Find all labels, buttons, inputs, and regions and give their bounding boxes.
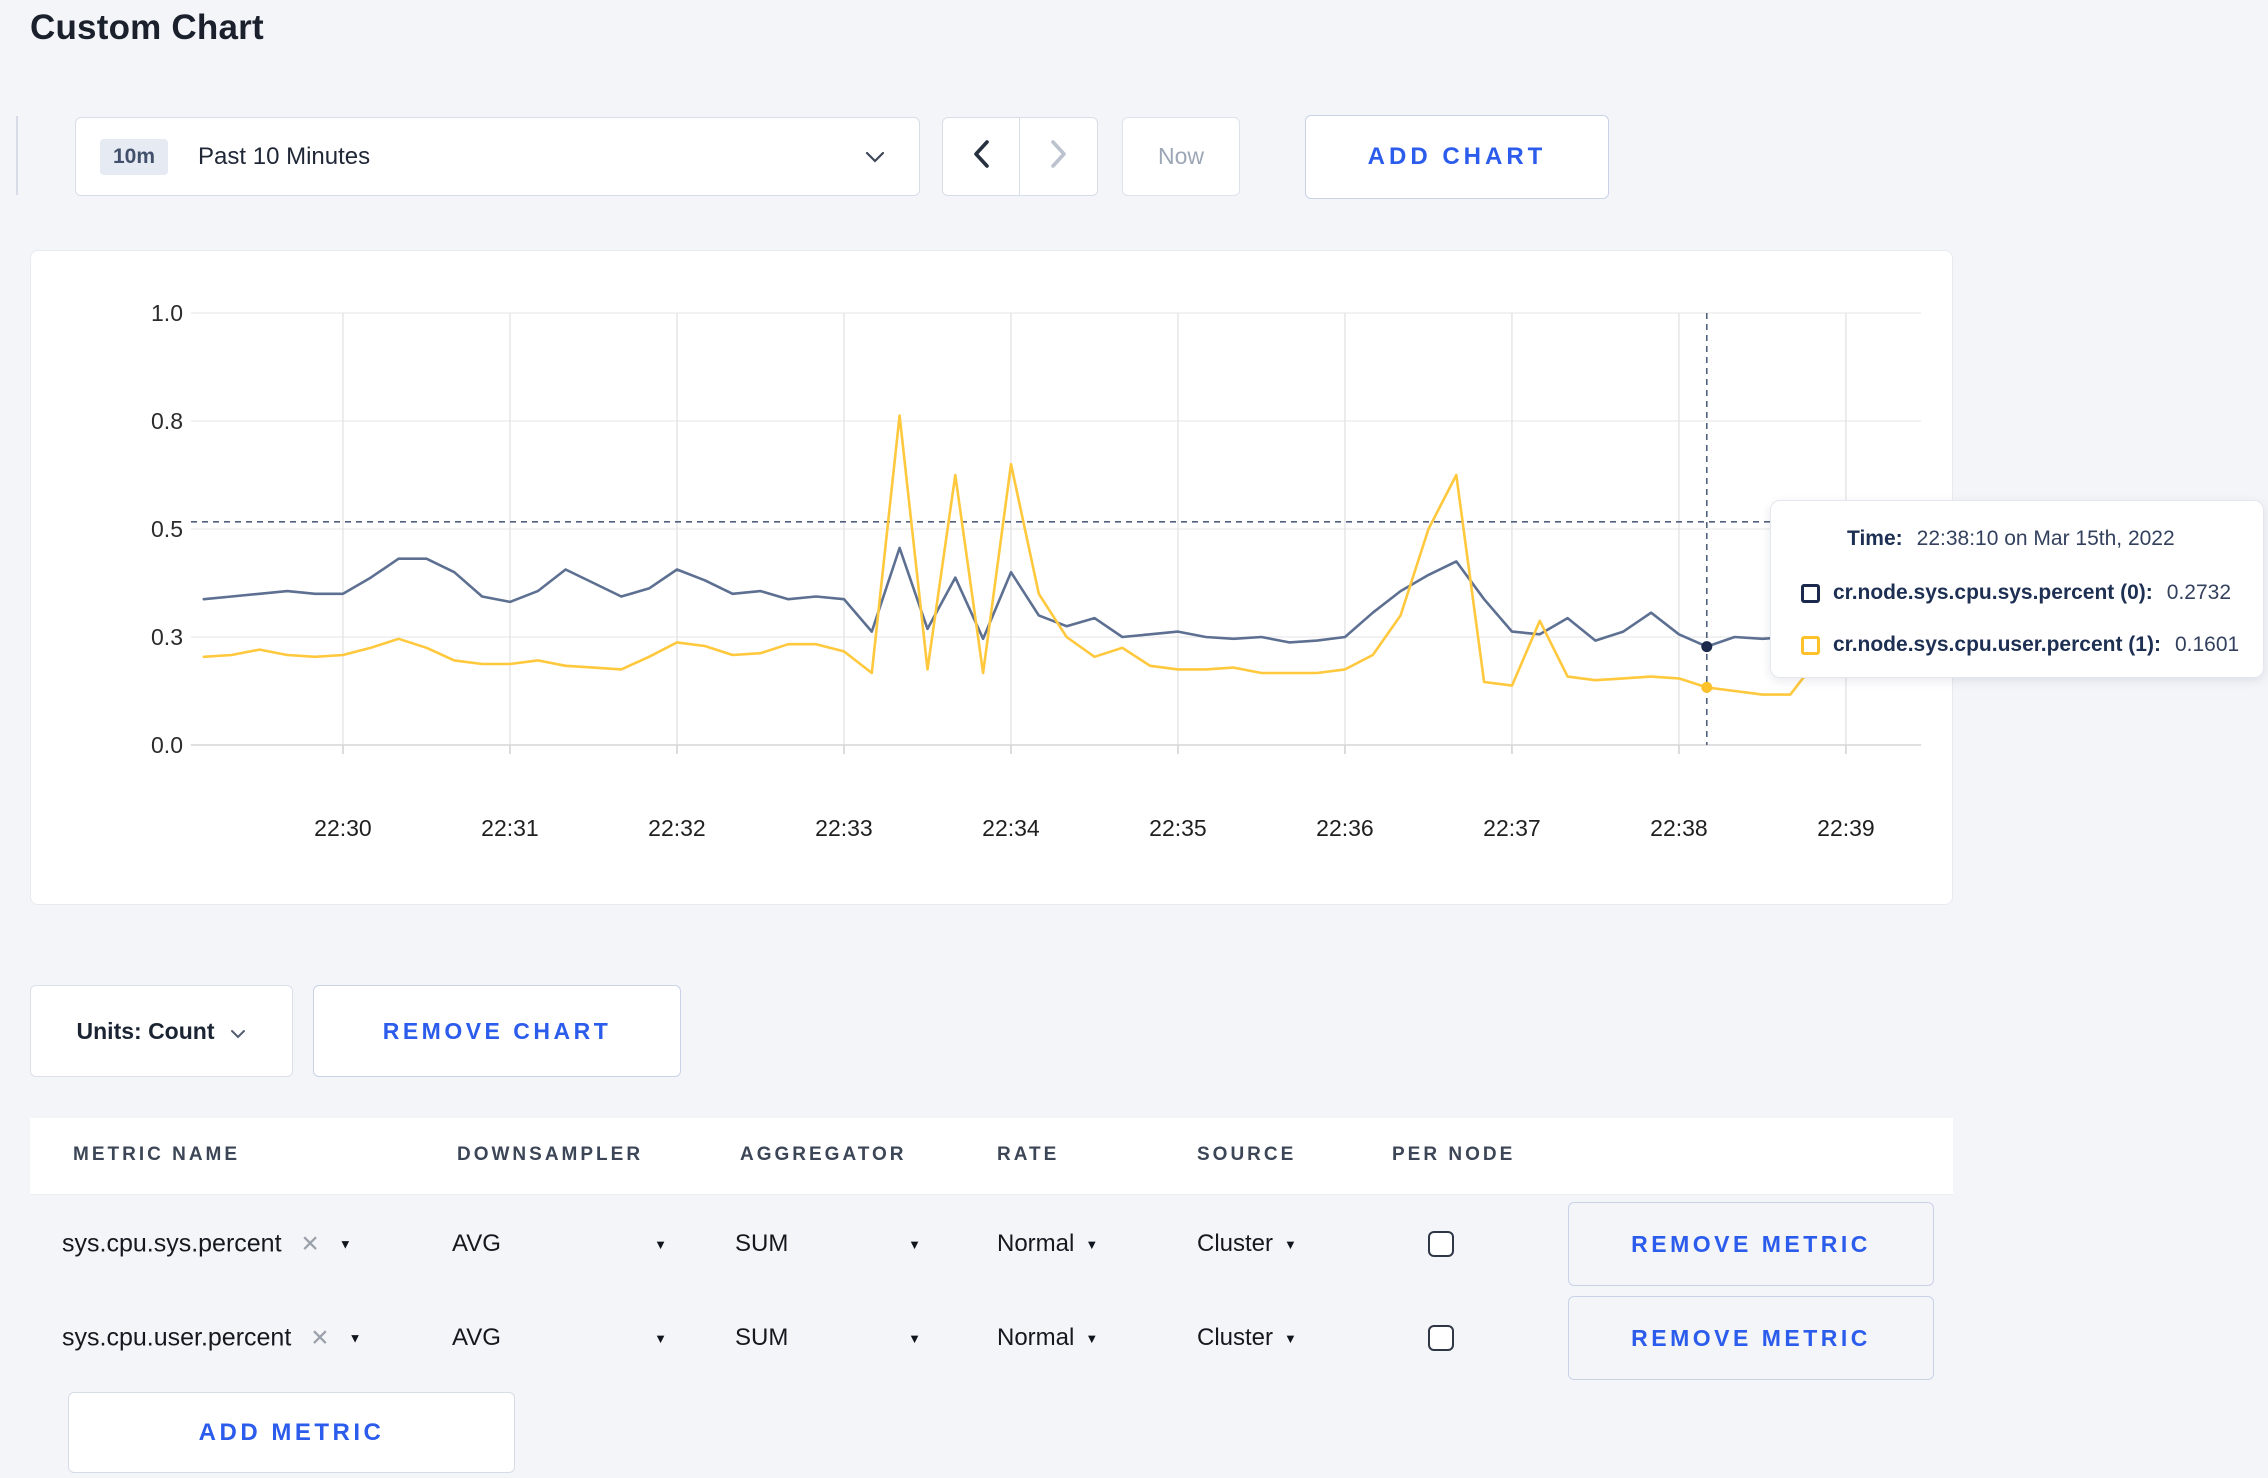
time-step-back-button[interactable] <box>943 118 1020 195</box>
series-0-legend-swatch-icon <box>1801 583 1820 603</box>
source-select[interactable]: Cluster ▼ <box>1197 1230 1297 1258</box>
now-button[interactable]: Now <box>1122 117 1240 196</box>
tooltip-series-0-label: cr.node.sys.cpu.sys.percent (0): <box>1833 581 2153 604</box>
caret-down-icon: ▼ <box>1085 1330 1099 1346</box>
caret-down-icon: ▼ <box>1284 1236 1297 1252</box>
clear-metric-icon[interactable]: ✕ <box>301 1231 320 1258</box>
svg-text:22:32: 22:32 <box>648 815 706 841</box>
rate-select[interactable]: Normal ▼ <box>997 1230 1098 1258</box>
caret-down-icon: ▼ <box>1085 1236 1099 1252</box>
svg-text:1.0: 1.0 <box>151 300 183 326</box>
downsampler-value: AVG <box>452 1230 501 1257</box>
chevron-right-icon <box>1050 140 1068 173</box>
tooltip-series-1-value: 0.1601 <box>2174 633 2240 656</box>
aggregator-value: SUM <box>735 1230 789 1257</box>
source-value: Cluster <box>1197 1230 1274 1257</box>
series-1-legend-swatch-icon <box>1801 635 1820 655</box>
aggregator-select[interactable]: SUM ▼ <box>735 1324 921 1352</box>
page-title: Custom Chart <box>30 8 264 47</box>
caret-down-icon: ▼ <box>1284 1330 1297 1346</box>
svg-text:22:30: 22:30 <box>314 815 372 841</box>
svg-text:22:37: 22:37 <box>1483 815 1541 841</box>
chevron-down-icon <box>865 151 885 163</box>
time-step-control <box>942 117 1098 196</box>
chart-hover-tooltip: Time: 22:38:10 on Mar 15th, 2022 cr.node… <box>1770 500 2264 678</box>
add-metric-button[interactable]: ADD METRIC <box>68 1392 515 1473</box>
column-header-aggregator: AGGREGATOR <box>740 1144 907 1165</box>
time-range-value: Past 10 Minutes <box>198 142 371 170</box>
svg-text:22:39: 22:39 <box>1817 815 1875 841</box>
units-dropdown[interactable]: Units: Count <box>30 985 293 1077</box>
chart-card: 0.0 0.3 0.5 0.8 1.0 22:30 22:31 22:32 22:33 22:34… <box>30 250 1953 905</box>
metric-row: sys.cpu.sys.percent ✕ ▼ AVG ▼ SUM ▼ Norm… <box>0 1197 2268 1291</box>
downsampler-value: AVG <box>452 1324 501 1351</box>
column-header-rate: RATE <box>997 1144 1060 1165</box>
source-value: Cluster <box>1197 1324 1274 1351</box>
metric-name-select[interactable]: sys.cpu.user.percent ✕ ▼ <box>62 1324 361 1353</box>
chart-canvas[interactable]: 0.0 0.3 0.5 0.8 1.0 22:30 22:31 22:32 22:33 22:34… <box>31 251 1954 906</box>
column-header-downsampler: DOWNSAMPLER <box>457 1144 644 1165</box>
caret-down-icon: ▼ <box>654 1330 667 1346</box>
remove-metric-button[interactable]: REMOVE METRIC <box>1568 1296 1934 1380</box>
rate-value: Normal <box>997 1324 1075 1351</box>
toolbar-divider <box>16 116 18 195</box>
downsampler-select[interactable]: AVG ▼ <box>452 1324 667 1352</box>
aggregator-select[interactable]: SUM ▼ <box>735 1230 921 1258</box>
caret-down-icon: ▼ <box>348 1330 362 1346</box>
caret-down-icon: ▼ <box>908 1236 921 1252</box>
svg-text:22:31: 22:31 <box>481 815 539 841</box>
source-select[interactable]: Cluster ▼ <box>1197 1324 1297 1352</box>
remove-metric-button[interactable]: REMOVE METRIC <box>1568 1202 1934 1286</box>
caret-down-icon: ▼ <box>654 1236 667 1252</box>
column-header-per-node: PER NODE <box>1392 1144 1516 1165</box>
svg-text:22:34: 22:34 <box>982 815 1040 841</box>
rate-value: Normal <box>997 1230 1075 1257</box>
tooltip-time-value: 22:38:10 on Mar 15th, 2022 <box>1916 527 2175 550</box>
rate-select[interactable]: Normal ▼ <box>997 1324 1098 1352</box>
units-dropdown-label: Units: Count <box>76 1017 215 1044</box>
chevron-left-icon <box>972 140 990 173</box>
metric-row: sys.cpu.user.percent ✕ ▼ AVG ▼ SUM ▼ Nor… <box>0 1291 2268 1385</box>
svg-text:22:36: 22:36 <box>1316 815 1374 841</box>
metric-name-select[interactable]: sys.cpu.sys.percent ✕ ▼ <box>62 1230 352 1259</box>
metric-name-value: sys.cpu.sys.percent <box>62 1229 282 1258</box>
svg-text:22:33: 22:33 <box>815 815 873 841</box>
per-node-checkbox[interactable] <box>1428 1325 1454 1351</box>
svg-text:0.0: 0.0 <box>151 732 183 758</box>
caret-down-icon: ▼ <box>908 1330 921 1346</box>
svg-text:22:38: 22:38 <box>1650 815 1708 841</box>
tooltip-time-label: Time: <box>1847 527 1903 550</box>
caret-down-icon: ▼ <box>338 1236 352 1252</box>
downsampler-select[interactable]: AVG ▼ <box>452 1230 667 1258</box>
per-node-checkbox[interactable] <box>1428 1231 1454 1257</box>
svg-text:0.5: 0.5 <box>151 516 183 542</box>
svg-text:0.3: 0.3 <box>151 624 183 650</box>
time-range-badge: 10m <box>100 138 169 175</box>
svg-text:0.8: 0.8 <box>151 408 183 434</box>
column-header-metric-name: METRIC NAME <box>73 1144 241 1165</box>
column-header-source: SOURCE <box>1197 1144 1297 1165</box>
add-chart-button[interactable]: ADD CHART <box>1305 115 1609 199</box>
svg-text:22:35: 22:35 <box>1149 815 1207 841</box>
tooltip-series-0-value: 0.2732 <box>2166 581 2232 604</box>
remove-chart-button[interactable]: REMOVE CHART <box>313 985 681 1077</box>
time-range-dropdown[interactable]: 10m Past 10 Minutes <box>75 117 920 196</box>
aggregator-value: SUM <box>735 1324 789 1351</box>
time-step-forward-button[interactable] <box>1020 118 1097 195</box>
tooltip-series-1-label: cr.node.sys.cpu.user.percent (1): <box>1833 633 2161 656</box>
chevron-down-icon <box>230 1018 246 1045</box>
metric-name-value: sys.cpu.user.percent <box>62 1323 292 1352</box>
metrics-table-header: METRIC NAME DOWNSAMPLER AGGREGATOR RATE … <box>30 1118 1953 1195</box>
clear-metric-icon[interactable]: ✕ <box>310 1325 329 1352</box>
